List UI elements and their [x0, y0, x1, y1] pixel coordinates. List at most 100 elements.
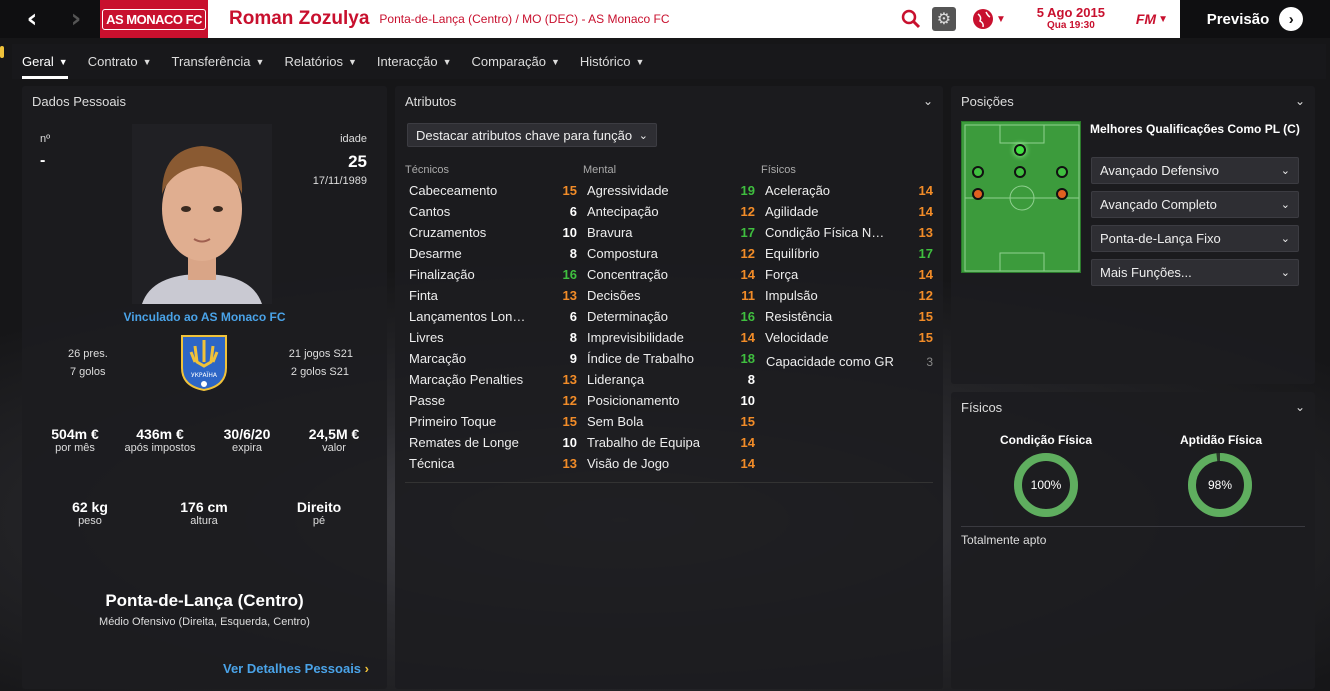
attribute-row[interactable]: Trabalho de Equipa 14	[587, 432, 755, 453]
attribute-row[interactable]: Marcação Penalties 13	[409, 369, 577, 390]
attribute-row[interactable]: Determinação 16	[587, 306, 755, 327]
tab-geral[interactable]: Geral ▼	[12, 44, 78, 79]
chevron-left-icon: ‹	[26, 4, 38, 34]
position-aml-dot[interactable]	[972, 166, 984, 178]
main-position: Ponta-de-Lança (Centro)	[105, 591, 304, 610]
attribute-row[interactable]: Imprevisibilidade 14	[587, 327, 755, 348]
attribute-row[interactable]: Agressividade 19	[587, 180, 755, 201]
panel-title: Físicos	[961, 400, 1003, 415]
attribute-value: 8	[569, 330, 577, 345]
stat-contract-expiry: 30/6/20 expira	[212, 426, 282, 454]
attribute-name: Força	[765, 267, 799, 282]
game-date[interactable]: 5 Ago 2015 Qua 19:30	[1026, 6, 1116, 32]
search-icon[interactable]	[900, 8, 922, 30]
attribute-row[interactable]: Bravura 17	[587, 222, 755, 243]
attribute-name: Visão de Jogo	[587, 456, 670, 471]
attribute-row[interactable]: Sem Bola 15	[587, 411, 755, 432]
preview-button[interactable]: Previsão ›	[1180, 0, 1330, 38]
player-name: Roman Zozulya	[229, 8, 370, 29]
chevron-right-icon: ›	[70, 4, 82, 34]
attribute-row[interactable]: Aceleração 14	[765, 180, 933, 201]
tab-interaccao[interactable]: Interacção ▼	[367, 44, 462, 79]
attribute-value: 12	[740, 246, 755, 261]
attribute-row[interactable]: Decisões 11	[587, 285, 755, 306]
more-roles-dropdown[interactable]: Mais Funções... ⌄	[1091, 259, 1299, 286]
role-dropdown[interactable]: Avançado Completo ⌄	[1091, 191, 1299, 218]
attribute-name: Impulsão	[765, 288, 818, 303]
attribute-row[interactable]: Índice de Trabalho 18	[587, 348, 755, 369]
player-subtitle[interactable]: Ponta-de-Lança (Centro) / MO (DEC) - AS …	[379, 12, 669, 26]
attribute-row[interactable]: Cruzamentos 10	[409, 222, 577, 243]
tab-historico[interactable]: Histórico ▼	[570, 44, 655, 79]
side-indicator	[0, 46, 4, 58]
attribute-row[interactable]: Cantos 6	[409, 201, 577, 222]
tab-transferencia[interactable]: Transferência ▼	[162, 44, 275, 79]
attribute-row[interactable]: Técnica 13	[409, 453, 577, 474]
attribute-row[interactable]: Desarme 8	[409, 243, 577, 264]
chevron-down-icon[interactable]: ▼	[996, 14, 1006, 25]
attribute-row[interactable]: Primeiro Toque 15	[409, 411, 577, 432]
attribute-row[interactable]: Compostura 12	[587, 243, 755, 264]
view-personal-details-link[interactable]: Ver Detalhes Pessoais ›	[223, 661, 369, 676]
attribute-name: Sem Bola	[587, 414, 644, 429]
attribute-row[interactable]: Posicionamento 10	[587, 390, 755, 411]
attribute-value: 15	[562, 414, 577, 429]
attribute-row[interactable]: Resistência 15	[765, 306, 933, 327]
tab-contrato[interactable]: Contrato ▼	[78, 44, 162, 79]
position-ml-dot[interactable]	[972, 188, 984, 200]
attribute-row[interactable]: Liderança 8	[587, 369, 755, 390]
stat-value: 436m €	[136, 426, 184, 442]
forward-button[interactable]: ›	[54, 0, 98, 38]
attribute-row[interactable]: Equilíbrio 17	[765, 243, 933, 264]
chevron-down-icon: ⌄	[1280, 165, 1290, 177]
attribute-row[interactable]: Finta 13	[409, 285, 577, 306]
attribute-value: 6	[569, 204, 577, 219]
date-line1: 5 Ago 2015	[1036, 5, 1105, 20]
fm-logo[interactable]: FM	[1136, 11, 1156, 27]
club-link[interactable]: Vinculado ao AS Monaco FC	[22, 310, 387, 324]
attribute-row[interactable]: Livres 8	[409, 327, 577, 348]
attribute-row[interactable]: Agilidade 14	[765, 201, 933, 222]
chevron-down-icon[interactable]: ▼	[1158, 14, 1168, 25]
body-value: 62 kg	[72, 499, 108, 515]
attribute-row[interactable]: Passe 12	[409, 390, 577, 411]
attribute-row[interactable]: Lançamentos Lon… 6	[409, 306, 577, 327]
attribute-row[interactable]: Visão de Jogo 14	[587, 453, 755, 474]
collapse-chevron-icon[interactable]: ⌄	[1295, 94, 1305, 108]
tab-relatorios[interactable]: Relatórios ▼	[274, 44, 366, 79]
back-button[interactable]: ‹	[10, 0, 54, 38]
goalkeeper-capacity[interactable]: Capacidade como GR 3	[766, 351, 933, 372]
collapse-chevron-icon[interactable]: ⌄	[1295, 400, 1305, 414]
attribute-row[interactable]: Antecipação 12	[587, 201, 755, 222]
attribute-value: 13	[918, 225, 933, 240]
attribute-name: Capacidade como GR	[766, 354, 894, 369]
role-dropdown[interactable]: Avançado Defensivo ⌄	[1091, 157, 1299, 184]
role-dropdown[interactable]: Ponta-de-Lança Fixo ⌄	[1091, 225, 1299, 252]
attribute-row[interactable]: Concentração 14	[587, 264, 755, 285]
stat-value: 24,5M €	[308, 426, 360, 442]
globe-icon[interactable]	[972, 8, 994, 30]
national-team-badge[interactable]: УКРАЇНА	[177, 332, 231, 392]
position-amc-dot[interactable]	[1014, 166, 1026, 178]
attribute-name: Equilíbrio	[765, 246, 820, 261]
position-mr-dot[interactable]	[1056, 188, 1068, 200]
position-st-dot[interactable]	[1014, 144, 1026, 156]
collapse-chevron-icon[interactable]: ⌄	[923, 94, 933, 108]
fitness-value: 98%	[1208, 478, 1232, 492]
attribute-name: Marcação	[409, 351, 467, 366]
attribute-row[interactable]: Força 14	[765, 264, 933, 285]
gear-icon[interactable]: ⚙	[931, 7, 956, 31]
attribute-row[interactable]: Marcação 9	[409, 348, 577, 369]
attribute-row[interactable]: Velocidade 15	[765, 327, 933, 348]
attribute-row[interactable]: Cabeceamento 15	[409, 180, 577, 201]
date-of-birth: 17/11/1989	[312, 175, 367, 187]
attribute-value: 15	[918, 309, 933, 324]
highlight-role-dropdown[interactable]: Destacar atributos chave para função ⌄	[407, 123, 657, 147]
club-crest[interactable]: AS MONACO FC	[100, 0, 208, 38]
tab-comparacao[interactable]: Comparação ▼	[462, 44, 570, 79]
attribute-row[interactable]: Condição Física N… 13	[765, 222, 933, 243]
attribute-row[interactable]: Impulsão 12	[765, 285, 933, 306]
attribute-row[interactable]: Remates de Longe 10	[409, 432, 577, 453]
position-amr-dot[interactable]	[1056, 166, 1068, 178]
attribute-row[interactable]: Finalização 16	[409, 264, 577, 285]
